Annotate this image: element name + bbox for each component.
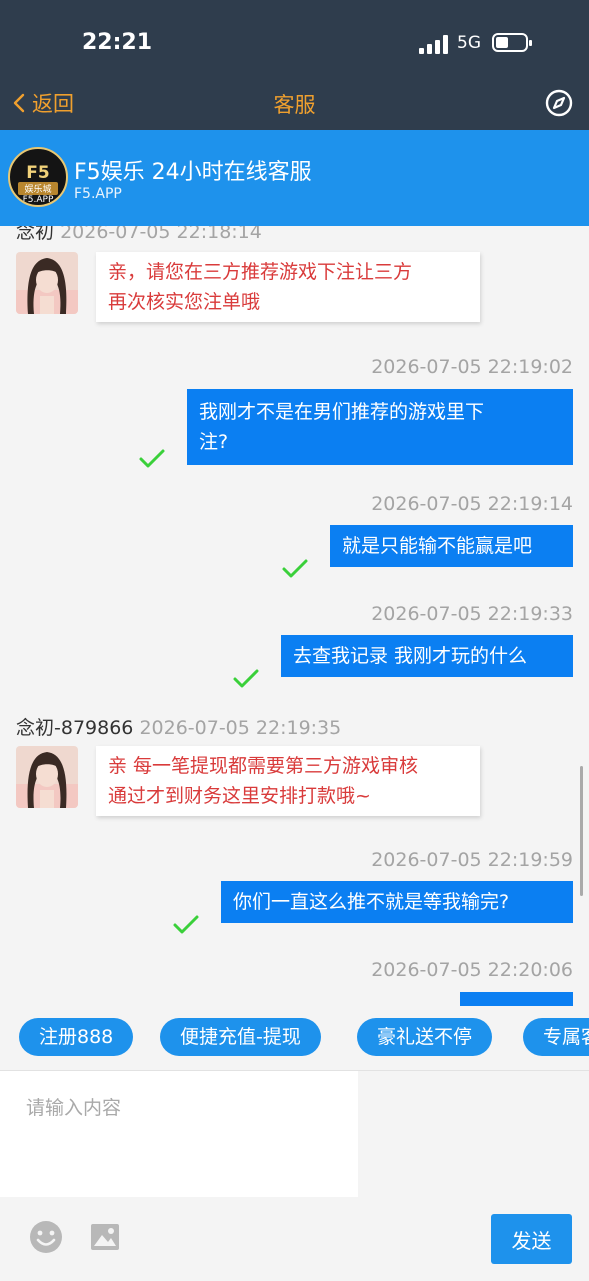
message-time: 2026-07-05 22:19:02 [371, 356, 573, 378]
check-icon [138, 448, 166, 470]
sender-name: 念初 [16, 226, 55, 243]
message-line: 注? [199, 431, 229, 453]
message-time: 2026-07-05 22:19:33 [371, 603, 573, 625]
input-area: 发送 [0, 1070, 589, 1281]
check-icon [281, 558, 309, 580]
quick-reply-register[interactable]: 注册888 [19, 1018, 134, 1056]
quick-reply-exclusive-service[interactable]: 专属客服 [523, 1018, 589, 1056]
sender-header: 念初-879866 2026-07-05 22:19:35 [16, 713, 341, 740]
brand-logo: F5 娱乐城 F5.APP [8, 147, 68, 207]
sender-name: 念初-879866 [16, 717, 134, 739]
message-time: 2026-07-05 22:19:35 [139, 717, 342, 739]
logo-top: F5 [26, 163, 50, 183]
logo-bottom: F5.APP [22, 195, 54, 205]
service-title: F5娱乐 24小时在线客服 [74, 160, 312, 185]
send-button[interactable]: 发送 [491, 1214, 572, 1264]
message-line: 通过才到财务这里安排打款哦~ [108, 785, 371, 807]
chat-area[interactable]: 念初 2026-07-05 22:18:14 亲，请您在三方推荐游戏下注让三方 … [0, 226, 589, 1006]
logo-middle: 娱乐城 [18, 182, 58, 195]
quick-reply-recharge[interactable]: 便捷充值-提现 [160, 1018, 321, 1056]
status-bar: 22:21 5G [0, 0, 589, 80]
user-message[interactable]: 去查我记录 我刚才玩的什么 [281, 635, 573, 677]
message-line: 你们一直这么推不就是等我输完? [233, 891, 510, 913]
message-time: 2026-07-05 22:19:59 [371, 849, 573, 871]
check-icon [232, 668, 260, 690]
check-icon [172, 914, 200, 936]
user-message[interactable]: 我刚才不是在男们推荐的游戏里下 注? [187, 389, 573, 465]
quick-reply-gifts[interactable]: 豪礼送不停 [357, 1018, 493, 1056]
service-header: F5 娱乐城 F5.APP F5娱乐 24小时在线客服 F5.APP [0, 130, 589, 226]
message-time: 2026-07-05 22:18:14 [60, 226, 262, 243]
message-line: 我刚才不是在男们推荐的游戏里下 [199, 401, 485, 423]
message-line: 再次核实您注单哦 [108, 291, 261, 313]
quick-replies: 注册888 便捷充值-提现 豪礼送不停 专属客服 [0, 1006, 589, 1070]
agent-message[interactable]: 亲，请您在三方推荐游戏下注让三方 再次核实您注单哦 [96, 252, 480, 322]
message-time: 2026-07-05 22:20:06 [371, 959, 573, 981]
image-icon[interactable] [90, 1223, 120, 1251]
page-title: 客服 [273, 93, 316, 117]
message-line: 亲 每一笔提现都需要第三方游戏审核 [108, 755, 419, 777]
agent-message[interactable]: 亲 每一笔提现都需要第三方游戏审核 通过才到财务这里安排打款哦~ [96, 746, 480, 816]
sender-header: 念初 2026-07-05 22:18:14 [16, 226, 262, 244]
service-subtitle: F5.APP [74, 186, 122, 202]
nav-bar: 返回 客服 [0, 80, 589, 130]
scrollbar[interactable] [580, 766, 583, 896]
message-time: 2026-07-05 22:19:14 [371, 493, 573, 515]
avatar[interactable] [16, 746, 78, 808]
compass-icon[interactable] [544, 88, 574, 118]
signal-icon [419, 34, 449, 54]
emoji-icon[interactable] [28, 1219, 64, 1255]
message-input[interactable] [0, 1071, 358, 1197]
user-message[interactable]: 你们一直这么推不就是等我输完? [221, 881, 573, 923]
network-label: 5G [457, 33, 481, 53]
avatar[interactable] [16, 252, 78, 314]
message-line: 亲，请您在三方推荐游戏下注让三方 [108, 261, 413, 283]
message-line: 去查我记录 我刚才玩的什么 [293, 645, 528, 667]
user-message[interactable]: 就是只能输不能赢是吧 [330, 525, 573, 567]
status-time: 22:21 [82, 30, 153, 55]
battery-icon [492, 33, 532, 52]
message-line: 就是只能输不能赢是吧 [342, 535, 533, 557]
user-message[interactable] [460, 992, 573, 1006]
